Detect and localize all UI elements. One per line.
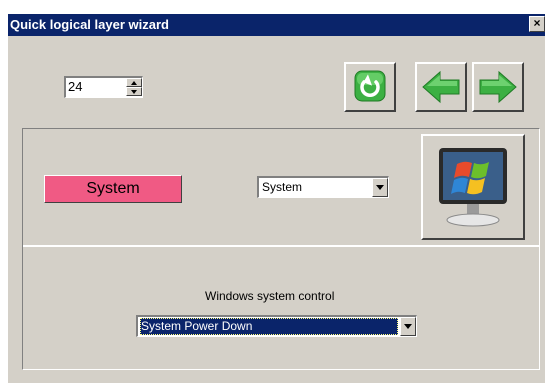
- system-control-select[interactable]: System Power Down: [136, 315, 417, 337]
- layer-name-box[interactable]: System: [44, 175, 182, 203]
- system-control-dropdown-button[interactable]: [400, 317, 416, 336]
- spinner-up-button[interactable]: [126, 78, 142, 87]
- arrow-left-icon: [422, 70, 460, 104]
- system-control-value: System Power Down: [141, 319, 253, 333]
- windows-system-control-label: Windows system control: [205, 289, 335, 303]
- layer-type-dropdown-button[interactable]: [372, 178, 388, 197]
- chevron-down-icon: [404, 324, 412, 329]
- panel-divider: [23, 245, 539, 247]
- triangle-up-icon: [131, 81, 137, 85]
- spinner-arrows: [126, 78, 142, 97]
- refresh-icon: [354, 70, 386, 102]
- arrow-right-icon: [479, 70, 517, 104]
- refresh-button[interactable]: [344, 62, 396, 112]
- spinner-value[interactable]: 24: [68, 79, 82, 94]
- wizard-window: Quick logical layer wizard × 24 System S…: [0, 0, 545, 383]
- back-button[interactable]: [415, 62, 467, 112]
- layer-type-select[interactable]: System: [257, 176, 389, 198]
- triangle-down-icon: [131, 90, 137, 94]
- title-bar[interactable]: Quick logical layer wizard ×: [8, 14, 545, 36]
- close-button[interactable]: ×: [529, 16, 545, 32]
- spinner-down-button[interactable]: [126, 87, 142, 96]
- forward-button[interactable]: [472, 62, 524, 112]
- windows-monitor-icon: [439, 148, 507, 227]
- number-spinner[interactable]: 24: [64, 76, 143, 98]
- chevron-down-icon: [376, 185, 384, 190]
- layer-type-value: System: [262, 180, 303, 194]
- window-title: Quick logical layer wizard: [10, 17, 169, 32]
- windows-monitor-button[interactable]: [421, 134, 525, 240]
